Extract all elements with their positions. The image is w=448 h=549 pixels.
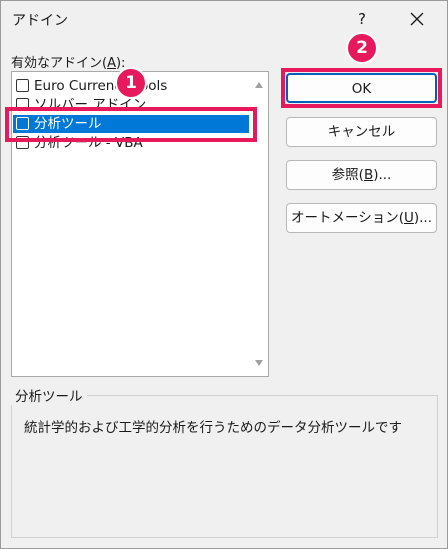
scroll-up-arrow-icon[interactable] <box>255 82 263 88</box>
checkbox[interactable] <box>16 79 29 92</box>
description-title: 分析ツール <box>11 385 87 405</box>
annotation-marker-2: 2 <box>346 32 378 64</box>
cancel-button[interactable]: キャンセル <box>286 117 437 147</box>
addins-list-label: 有効なアドイン(A): <box>11 52 125 71</box>
annotation-highlight-list-item <box>5 107 257 142</box>
browse-label-prefix: 参照( <box>331 167 364 183</box>
addins-label-prefix: 有効なアドイン( <box>11 56 108 71</box>
title-bar: アドイン ? <box>1 1 447 39</box>
automation-access-key: U <box>403 210 414 226</box>
automation-label-prefix: オートメーション( <box>290 210 404 226</box>
close-button[interactable] <box>402 5 432 33</box>
annotation-marker-1: 1 <box>115 67 147 99</box>
list-item-label: Euro Currency Tools <box>34 78 168 94</box>
browse-label-suffix: )... <box>373 167 392 183</box>
help-button[interactable]: ? <box>348 5 376 33</box>
automation-label-suffix: )... <box>413 210 433 226</box>
browse-button[interactable]: 参照(B)... <box>286 160 437 190</box>
addins-label-access-key: A <box>107 56 116 71</box>
scroll-down-arrow-icon[interactable] <box>255 360 263 366</box>
close-icon <box>410 12 424 26</box>
dialog-title: アドイン <box>12 13 68 29</box>
browse-access-key: B <box>363 167 374 183</box>
annotation-highlight-ok-button <box>281 68 442 108</box>
automation-button[interactable]: オートメーション(U)... <box>286 203 437 233</box>
addins-dialog: アドイン ? 有効なアドイン(A): Euro Currency Tools ソ… <box>0 0 448 549</box>
description-text: 統計学的および工学的分析を行うためのデータ分析ツールです <box>24 420 402 436</box>
